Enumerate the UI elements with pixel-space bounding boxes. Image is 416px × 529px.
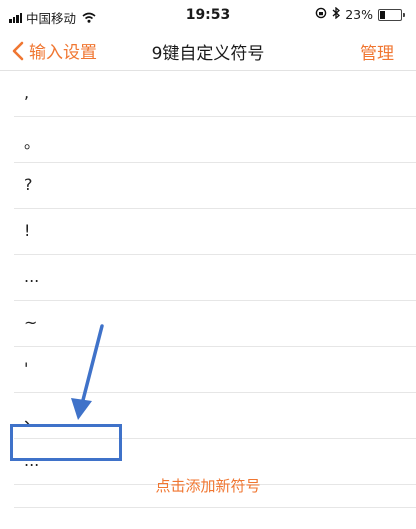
chevron-left-icon bbox=[12, 41, 24, 60]
symbol-item[interactable]: ' bbox=[14, 347, 416, 393]
battery-percent: 23% bbox=[345, 7, 373, 22]
symbol-text: , bbox=[24, 83, 30, 102]
symbol-item[interactable]: ? bbox=[14, 163, 416, 209]
rotation-lock-icon bbox=[315, 7, 327, 22]
symbol-text: 。 bbox=[24, 133, 41, 152]
manage-button[interactable]: 管理 bbox=[360, 39, 394, 64]
divider bbox=[14, 507, 416, 508]
symbol-text: ' bbox=[24, 359, 29, 378]
status-bar: 中国移动 19:53 23% bbox=[0, 0, 416, 30]
add-symbol-button[interactable]: 点击添加新符号 bbox=[0, 467, 416, 505]
symbol-item[interactable]: ... bbox=[14, 255, 416, 301]
symbol-item[interactable]: ! bbox=[14, 209, 416, 255]
symbol-item[interactable]: 、 bbox=[14, 393, 416, 439]
battery-icon bbox=[378, 8, 405, 21]
symbol-text: 、 bbox=[24, 409, 41, 428]
navigation-bar: 输入设置 9键自定义符号 管理 bbox=[0, 30, 416, 71]
bluetooth-icon bbox=[332, 6, 341, 22]
symbol-text: ? bbox=[24, 175, 33, 194]
back-button[interactable]: 输入设置 bbox=[12, 38, 97, 63]
symbol-text: ~ bbox=[24, 313, 38, 332]
back-label: 输入设置 bbox=[29, 43, 97, 63]
symbol-item[interactable]: , bbox=[14, 71, 416, 117]
status-right: 23% bbox=[315, 6, 405, 22]
symbol-item[interactable]: 。 bbox=[14, 117, 416, 163]
symbol-text: ... bbox=[24, 267, 40, 286]
symbol-list: , 。 ? ! ... ~ ' 、 ... bbox=[0, 71, 416, 485]
symbol-item[interactable]: ~ bbox=[14, 301, 416, 347]
battery-fill bbox=[380, 10, 386, 19]
symbol-text: ! bbox=[24, 221, 31, 240]
